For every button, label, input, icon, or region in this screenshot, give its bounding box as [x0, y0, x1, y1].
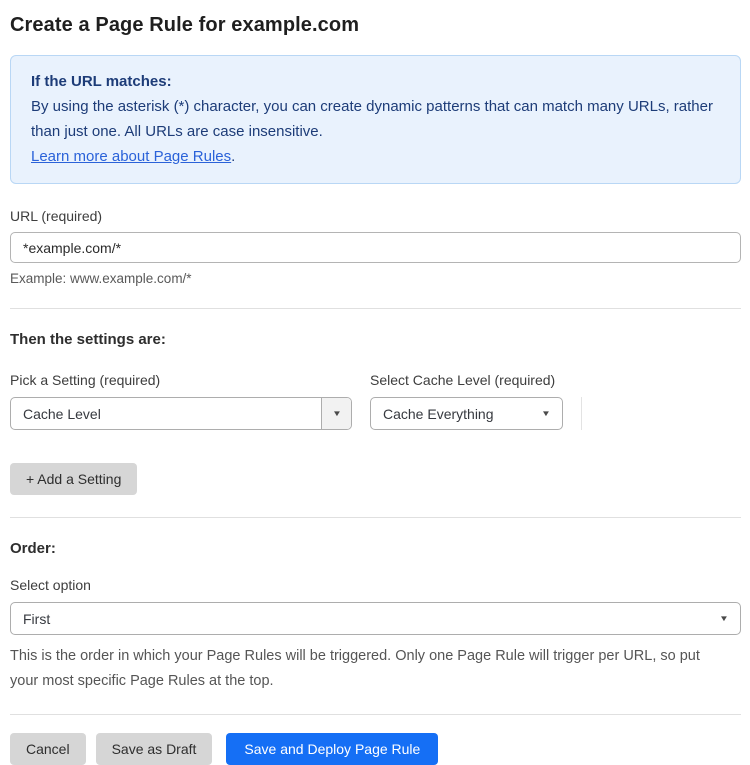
save-draft-button[interactable]: Save as Draft — [95, 733, 213, 765]
chevron-down-icon: ▼ — [541, 408, 551, 418]
settings-row: Pick a Setting (required) Cache Level ▼ … — [10, 372, 741, 430]
order-value: First — [23, 610, 51, 627]
link-suffix: . — [231, 148, 236, 165]
divider — [10, 517, 741, 518]
cache-level-dropdown[interactable]: Cache Everything ▼ — [370, 397, 563, 430]
pick-setting-value: Cache Level — [23, 405, 101, 422]
info-box-heading: If the URL matches: — [31, 73, 172, 90]
settings-section-heading: Then the settings are: — [10, 331, 166, 348]
order-select-label: Select option — [10, 577, 91, 593]
url-input[interactable] — [10, 232, 741, 263]
order-dropdown[interactable]: First ▼ — [10, 602, 741, 635]
page-title: Create a Page Rule for example.com — [10, 14, 360, 36]
order-section-heading: Order: — [10, 540, 56, 557]
cache-level-label: Select Cache Level (required) — [370, 372, 556, 388]
order-help-text: This is the order in which your Page Rul… — [10, 648, 700, 689]
learn-more-link[interactable]: Learn more about Page Rules — [31, 148, 231, 165]
info-box-link-line: Learn more about Page Rules. — [31, 144, 720, 169]
dropdown-arrow-segment: ▼ — [321, 398, 351, 429]
footer-actions: Cancel Save as Draft Save and Deploy Pag… — [10, 733, 741, 765]
url-example-text: Example: www.example.com/* — [10, 271, 192, 286]
chevron-down-icon: ▼ — [331, 408, 342, 418]
pick-setting-dropdown[interactable]: Cache Level ▼ — [10, 397, 352, 430]
cancel-button[interactable]: Cancel — [10, 733, 86, 765]
pick-setting-column: Pick a Setting (required) Cache Level ▼ — [10, 372, 352, 430]
cache-level-value: Cache Everything — [383, 405, 494, 422]
url-match-info-box: If the URL matches: By using the asteris… — [10, 55, 741, 184]
cache-level-column: Select Cache Level (required) Cache Ever… — [370, 372, 563, 430]
save-deploy-button[interactable]: Save and Deploy Page Rule — [226, 733, 439, 765]
divider — [10, 308, 741, 309]
info-box-body: By using the asterisk (*) character, you… — [31, 98, 713, 140]
column-divider — [581, 397, 582, 430]
chevron-down-icon: ▼ — [719, 613, 729, 623]
pick-setting-label: Pick a Setting (required) — [10, 372, 161, 388]
add-setting-button[interactable]: + Add a Setting — [10, 463, 138, 495]
url-field-label: URL (required) — [10, 208, 103, 224]
divider — [10, 714, 741, 715]
